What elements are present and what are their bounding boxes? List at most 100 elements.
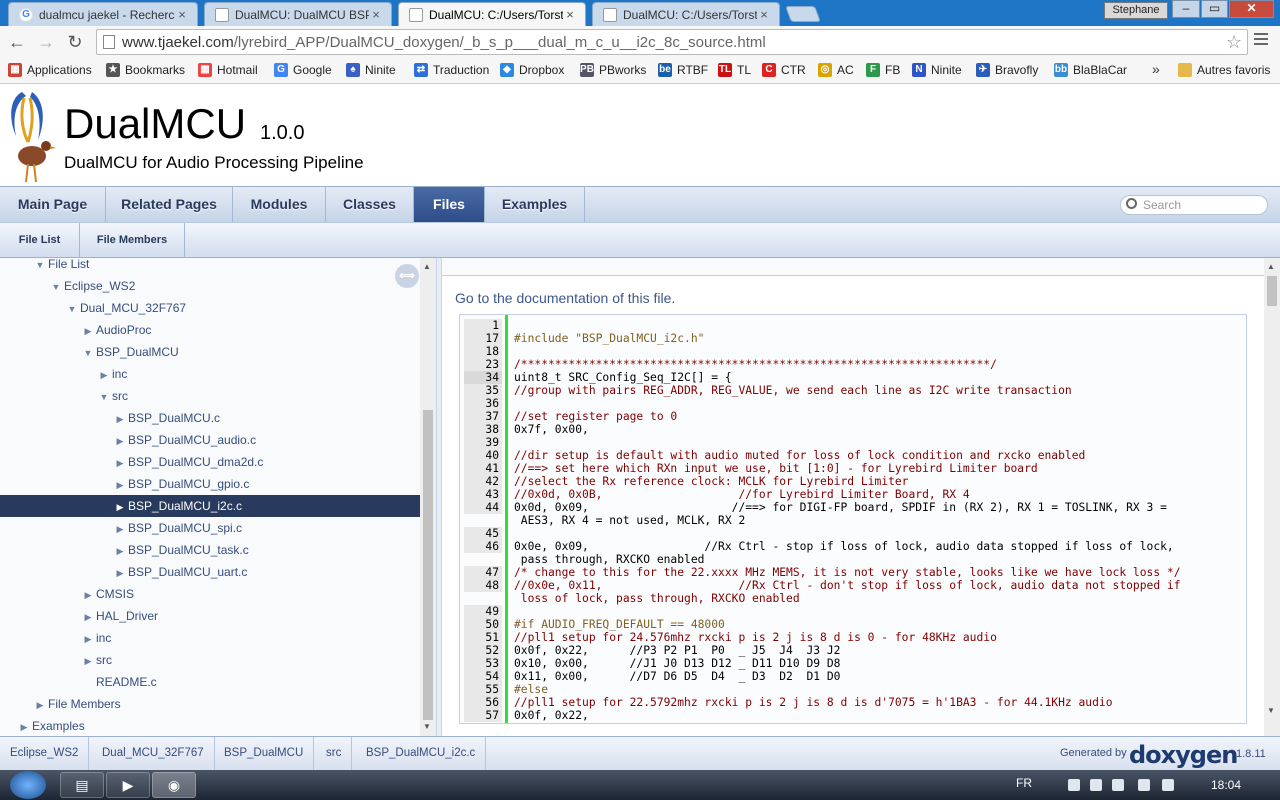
tab-examples[interactable]: Examples: [485, 187, 585, 222]
browser-tab[interactable]: DualMCU: C:/Users/Torste ×: [398, 2, 586, 26]
line-number[interactable]: 41: [464, 462, 502, 475]
line-number[interactable]: 51: [464, 631, 502, 644]
tree-item[interactable]: ▶ BSP_DualMCU.c: [0, 407, 420, 429]
tree-item[interactable]: ▼ Dual_MCU_32F767: [0, 297, 420, 319]
collapse-arrow-icon[interactable]: ▶: [32, 694, 48, 716]
tree-item[interactable]: ▼ BSP_DualMCU: [0, 341, 420, 363]
new-tab-button[interactable]: [785, 6, 821, 22]
reload-button[interactable]: ↻: [64, 31, 86, 53]
line-number[interactable]: 39: [464, 436, 502, 449]
chrome-menu-icon[interactable]: [1254, 33, 1268, 49]
bookmark-item[interactable]: ◆ Dropbox: [500, 63, 564, 77]
tree-item[interactable]: ▶ AudioProc: [0, 319, 420, 341]
bookmark-item[interactable]: bb BlaBlaCar: [1054, 63, 1127, 77]
flag-icon[interactable]: [1068, 779, 1080, 791]
breadcrumb-item[interactable]: src: [316, 737, 353, 771]
tree-item[interactable]: ▶ BSP_DualMCU_i2c.c: [0, 495, 420, 517]
dropbox-tray-icon[interactable]: [1090, 779, 1102, 791]
line-number[interactable]: 56: [464, 696, 502, 709]
collapse-arrow-icon[interactable]: ▶: [112, 452, 128, 474]
collapse-arrow-icon[interactable]: ▶: [112, 430, 128, 452]
line-number[interactable]: 52: [464, 644, 502, 657]
collapse-arrow-icon[interactable]: ▶: [80, 650, 96, 672]
search-box[interactable]: Search: [1120, 195, 1268, 215]
tree-item[interactable]: ▶ File Members: [0, 693, 420, 715]
maximize-button[interactable]: ▭: [1201, 0, 1228, 18]
line-number[interactable]: 54: [464, 670, 502, 683]
tree-item[interactable]: ▼ Eclipse_WS2: [0, 275, 420, 297]
tree-item[interactable]: ▶ BSP_DualMCU_dma2d.c: [0, 451, 420, 473]
tree-item[interactable]: ▼ File List: [0, 258, 420, 275]
breadcrumb-item[interactable]: Eclipse_WS2: [0, 737, 90, 771]
collapse-arrow-icon[interactable]: ▶: [80, 584, 96, 606]
clock[interactable]: 18:04: [1211, 778, 1241, 792]
line-number[interactable]: 49: [464, 605, 502, 618]
scroll-down-icon[interactable]: ▼: [423, 722, 431, 731]
line-number[interactable]: 48: [464, 579, 502, 592]
line-number[interactable]: 38: [464, 423, 502, 436]
tree-item[interactable]: ▶ BSP_DualMCU_gpio.c: [0, 473, 420, 495]
line-number[interactable]: 50: [464, 618, 502, 631]
tree-item[interactable]: ▶ BSP_DualMCU_uart.c: [0, 561, 420, 583]
line-number[interactable]: 17: [464, 332, 502, 345]
bookmark-item[interactable]: ▦ Hotmail: [198, 63, 258, 77]
tree-item[interactable]: ▶ BSP_DualMCU_spi.c: [0, 517, 420, 539]
collapse-arrow-icon[interactable]: ▶: [16, 716, 32, 736]
address-bar[interactable]: www.tjaekel.com/lyrebird_APP/DualMCU_dox…: [96, 29, 1248, 55]
goto-documentation-link[interactable]: Go to the documentation of this file.: [455, 290, 675, 306]
scroll-down-icon[interactable]: ▼: [1267, 706, 1275, 715]
line-number[interactable]: 42: [464, 475, 502, 488]
tab-classes[interactable]: Classes: [326, 187, 414, 222]
expand-arrow-icon[interactable]: ▼: [64, 298, 80, 320]
line-number[interactable]: 36: [464, 397, 502, 410]
line-number[interactable]: 57: [464, 709, 502, 722]
breadcrumb-item[interactable]: BSP_DualMCU: [214, 737, 315, 771]
line-number[interactable]: 46: [464, 540, 502, 553]
bookmark-item[interactable]: ✈ Bravofly: [976, 63, 1038, 77]
collapse-arrow-icon[interactable]: ▶: [80, 320, 96, 342]
collapse-arrow-icon[interactable]: ▶: [112, 408, 128, 430]
tab-related-pages[interactable]: Related Pages: [106, 187, 233, 222]
line-number[interactable]: 53: [464, 657, 502, 670]
tab-close-icon[interactable]: ×: [563, 7, 577, 22]
scroll-up-icon[interactable]: ▲: [423, 262, 431, 271]
search-input[interactable]: Search: [1143, 198, 1181, 212]
media-player-icon[interactable]: ▶: [106, 772, 150, 798]
collapse-arrow-icon[interactable]: ▶: [112, 518, 128, 540]
bookmark-item[interactable]: PB PBworks: [580, 63, 646, 77]
tab-main-page[interactable]: Main Page: [0, 187, 106, 222]
bookmark-item[interactable]: be RTBF: [658, 63, 708, 77]
input-language[interactable]: FR: [1016, 776, 1032, 790]
collapse-arrow-icon[interactable]: ▶: [112, 562, 128, 584]
minimize-button[interactable]: –: [1172, 0, 1200, 18]
tree-item[interactable]: ▶ BSP_DualMCU_audio.c: [0, 429, 420, 451]
nav-tree-scrollbar[interactable]: ▲ ▼: [420, 258, 436, 736]
chrome-taskbar-icon[interactable]: ◉: [152, 772, 196, 798]
tab-close-icon[interactable]: ×: [175, 7, 189, 22]
browser-tab[interactable]: DualMCU: C:/Users/Torste ×: [592, 2, 780, 26]
tab-modules[interactable]: Modules: [233, 187, 326, 222]
browser-tab[interactable]: Gdualmcu jaekel - Recherch ×: [8, 2, 198, 26]
tree-item[interactable]: ▶ inc: [0, 363, 420, 385]
tree-item[interactable]: ▶ BSP_DualMCU_task.c: [0, 539, 420, 561]
tab-close-icon[interactable]: ×: [369, 7, 383, 22]
bookmark-item[interactable]: N Ninite: [912, 63, 962, 77]
usb-icon[interactable]: [1112, 779, 1124, 791]
collapse-arrow-icon[interactable]: ▶: [80, 606, 96, 628]
bookmark-item[interactable]: ★ Bookmarks: [106, 63, 185, 77]
tree-item[interactable]: ▶ inc: [0, 627, 420, 649]
line-number[interactable]: 55: [464, 683, 502, 696]
tab-close-icon[interactable]: ×: [757, 7, 771, 22]
line-number[interactable]: 44: [464, 501, 502, 514]
subtab-file-list[interactable]: File List: [0, 223, 80, 258]
tree-item[interactable]: ▶ Examples: [0, 715, 420, 736]
close-window-button[interactable]: ✕: [1229, 0, 1274, 18]
bookmark-item[interactable]: ⇄ Traduction: [414, 63, 489, 77]
content-scrollbar[interactable]: ▲ ▼: [1264, 258, 1280, 736]
line-number[interactable]: 40: [464, 449, 502, 462]
line-number[interactable]: 45: [464, 527, 502, 540]
profile-button[interactable]: Stephane: [1104, 2, 1168, 19]
start-button[interactable]: [10, 771, 46, 799]
more-bookmarks-button[interactable]: »: [1152, 61, 1160, 77]
bookmark-item[interactable]: F FB: [866, 63, 900, 77]
